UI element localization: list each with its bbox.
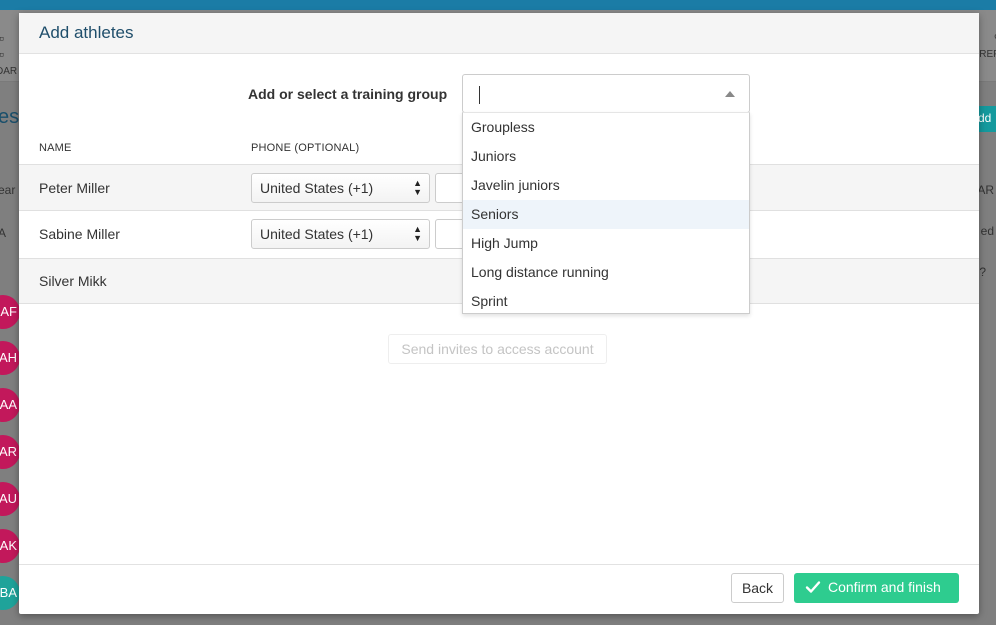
status-text: ed: [980, 224, 994, 238]
country-code-value: United States (+1): [260, 180, 374, 196]
text-cursor: [479, 86, 480, 104]
avatar[interactable]: AU: [0, 482, 20, 516]
check-icon: [805, 581, 821, 593]
column-header-name: NAME: [39, 142, 72, 154]
confirm-button-label: Confirm and finish: [828, 579, 941, 595]
training-group-label: Add or select a training group: [248, 86, 448, 102]
updown-arrow-icon: ▲ ▼: [413, 224, 422, 243]
nav-item-label: REFI: [979, 49, 996, 60]
dropdown-option[interactable]: Juniors: [463, 142, 749, 171]
avatar[interactable]: AH: [0, 341, 20, 375]
modal-title: Add athletes: [39, 23, 134, 42]
dropdown-option[interactable]: Long distance running: [463, 258, 749, 287]
add-athletes-modal: Add athletes Add or select a training gr…: [19, 13, 979, 614]
country-code-select[interactable]: United States (+1) ▲ ▼: [251, 173, 430, 203]
nav-item-label: DAR: [0, 66, 18, 77]
confirm-and-finish-button[interactable]: Confirm and finish: [794, 573, 959, 603]
grid-icon: ▫▫▫▫: [0, 30, 20, 62]
training-group-dropdown: Groupless Juniors Javelin juniors Senior…: [462, 112, 750, 314]
avatar[interactable]: AR: [0, 435, 20, 469]
back-button[interactable]: Back: [731, 573, 784, 603]
send-invites-button[interactable]: Send invites to access account: [388, 334, 607, 364]
filter-label: A: [0, 226, 7, 240]
dropdown-option[interactable]: Groupless: [463, 113, 749, 142]
dropdown-option[interactable]: Sprint: [463, 287, 749, 313]
search-input[interactable]: ear: [0, 183, 15, 197]
avatar[interactable]: AA: [0, 388, 20, 422]
training-group-select[interactable]: [462, 74, 750, 113]
nav-item-refresh[interactable]: ↺ REFI: [978, 32, 996, 60]
dropdown-option-highlighted[interactable]: Seniors: [463, 200, 749, 229]
updown-arrow-icon: ▲ ▼: [413, 178, 422, 197]
dropdown-option[interactable]: Javelin juniors: [463, 171, 749, 200]
athlete-name: Sabine Miller: [39, 226, 120, 242]
refresh-icon: ↺: [978, 32, 996, 43]
app-top-bar: [0, 0, 996, 10]
modal-footer: Back Confirm and finish: [19, 564, 979, 614]
page-title: es: [0, 106, 20, 128]
country-code-select[interactable]: United States (+1) ▲ ▼: [251, 219, 430, 249]
avatar[interactable]: BA: [0, 576, 20, 610]
nav-item-dashboard[interactable]: ▫▫▫▫ DAR: [0, 30, 20, 77]
chevron-up-icon[interactable]: [725, 91, 735, 97]
modal-header: Add athletes: [19, 13, 979, 54]
athlete-name: Silver Mikk: [39, 273, 107, 289]
avatar[interactable]: AF: [0, 295, 20, 329]
column-header: AR: [977, 183, 994, 197]
country-code-value: United States (+1): [260, 226, 374, 242]
dropdown-option[interactable]: High Jump: [463, 229, 749, 258]
athlete-name: Peter Miller: [39, 180, 110, 196]
column-header-phone: PHONE (OPTIONAL): [251, 142, 360, 154]
avatar[interactable]: AK: [0, 529, 20, 563]
help-icon[interactable]: ?: [979, 265, 986, 279]
